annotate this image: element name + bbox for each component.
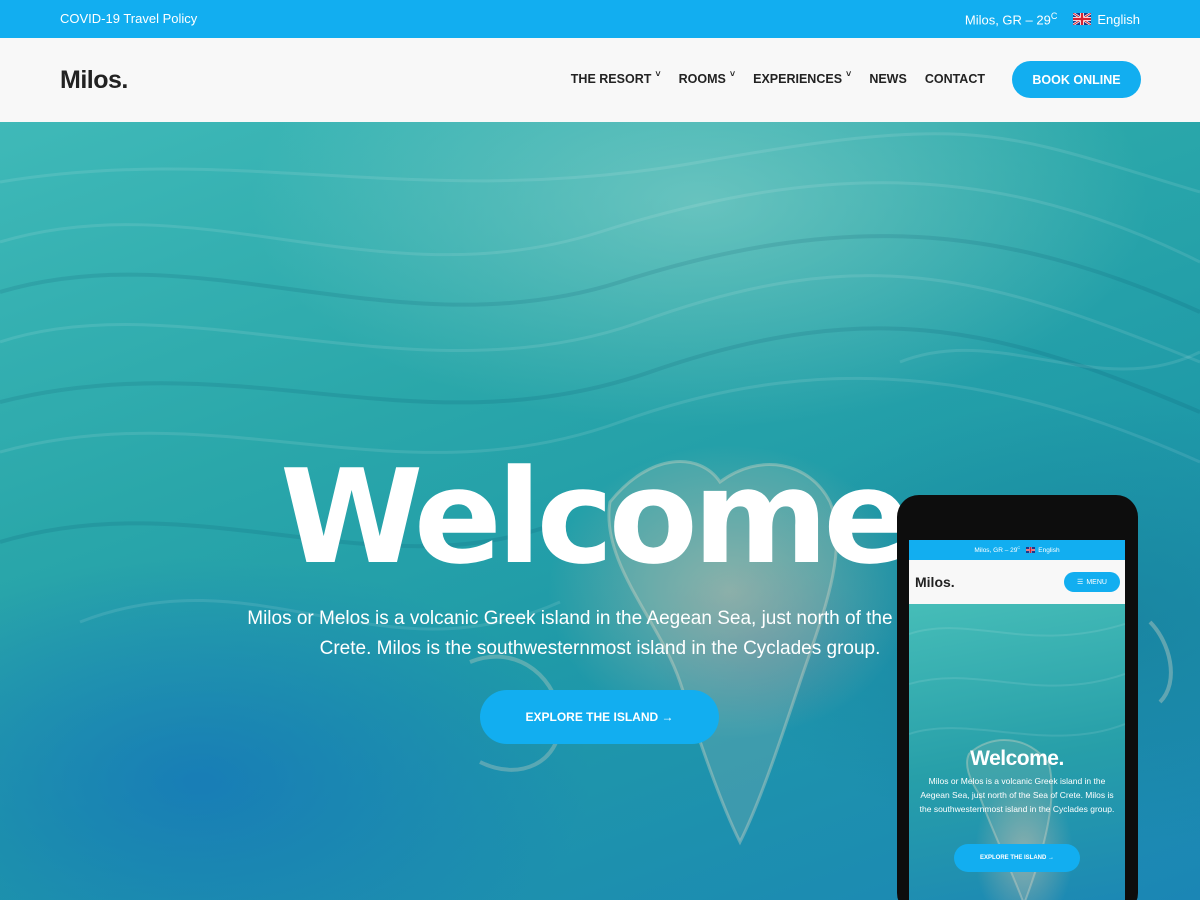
phone-weather-info: Milos, GR – 29C [974,545,1020,554]
nav-item-news[interactable]: NEWS [869,72,907,86]
site-logo[interactable]: Milos. [60,66,128,95]
hero-description: Milos or Melos is a volcanic Greek islan… [247,608,953,659]
nav-item-label: THE RESORT [570,72,652,86]
chevron-down-icon: ˅ [729,69,736,79]
uk-flag-icon [1026,547,1036,553]
weather-unit: C [1050,11,1058,21]
phone-menu-label: MENU [1086,578,1107,586]
phone-language-label[interactable]: English [1038,547,1059,554]
weather-info: Milos, GR – 29C [965,11,1057,27]
chevron-down-icon: ˅ [846,69,852,79]
phone-hero-description: Milos or Melos is a volcanic Greek islan… [919,776,1115,814]
language-selector[interactable]: English [1073,12,1140,27]
top-bar-right: Milos, GR – 29C English [965,11,1140,27]
phone-mockup: Milos, GR – 29C English Milos. ☰ MENU We… [897,495,1138,900]
phone-header: Milos. ☰ MENU [909,560,1125,604]
hamburger-icon: ☰ [1077,579,1084,586]
covid-policy-link[interactable]: COVID-19 Travel Policy [60,11,197,26]
phone-screen: Milos, GR – 29C English Milos. ☰ MENU We… [909,540,1125,900]
uk-flag-icon [1073,13,1092,26]
nav-item-contact[interactable]: CONTACT [925,72,985,86]
book-online-button[interactable]: BOOK ONLINE [1012,61,1141,98]
nav-item-rooms[interactable]: ROOMS ˅ [678,69,736,86]
hero-title: Welcome [280,441,911,593]
main-nav: THE RESORT ˅ ROOMS ˅ EXPERIENCES ˅ NEWS CON… [553,69,985,86]
phone-menu-button[interactable]: ☰ MENU [1064,572,1120,592]
top-bar: COVID-19 Travel Policy Milos, GR – 29C E… [0,0,1200,38]
phone-weather-text: Milos, GR – 29 [974,547,1018,555]
nav-item-experiences[interactable]: EXPERIENCES ˅ [753,69,852,86]
nav-item-label: CONTACT [924,72,985,86]
nav-item-label: EXPERIENCES [753,72,843,86]
explore-island-button[interactable]: EXPLORE THE ISLAND → [480,690,719,744]
phone-logo[interactable]: Milos. [915,574,955,590]
phone-top-bar: Milos, GR – 29C English [909,540,1125,560]
weather-text: Milos, GR – 29 [964,12,1051,28]
nav-item-label: ROOMS [678,72,726,86]
nav-item-label: NEWS [869,72,907,86]
phone-explore-button[interactable]: EXPLORE THE ISLAND → [954,844,1080,872]
phone-hero-title: Welcome. [970,747,1064,770]
site-header: Milos. THE RESORT ˅ ROOMS ˅ EXPERIENCES ˅ N… [0,38,1200,122]
phone-weather-unit: C [1017,545,1021,551]
chevron-down-icon: ˅ [655,69,661,79]
nav-item-the-resort[interactable]: THE RESORT ˅ [570,69,661,86]
phone-hero: Welcome. Milos or Melos is a volcanic Gr… [909,604,1125,900]
language-label: English [1097,11,1140,27]
